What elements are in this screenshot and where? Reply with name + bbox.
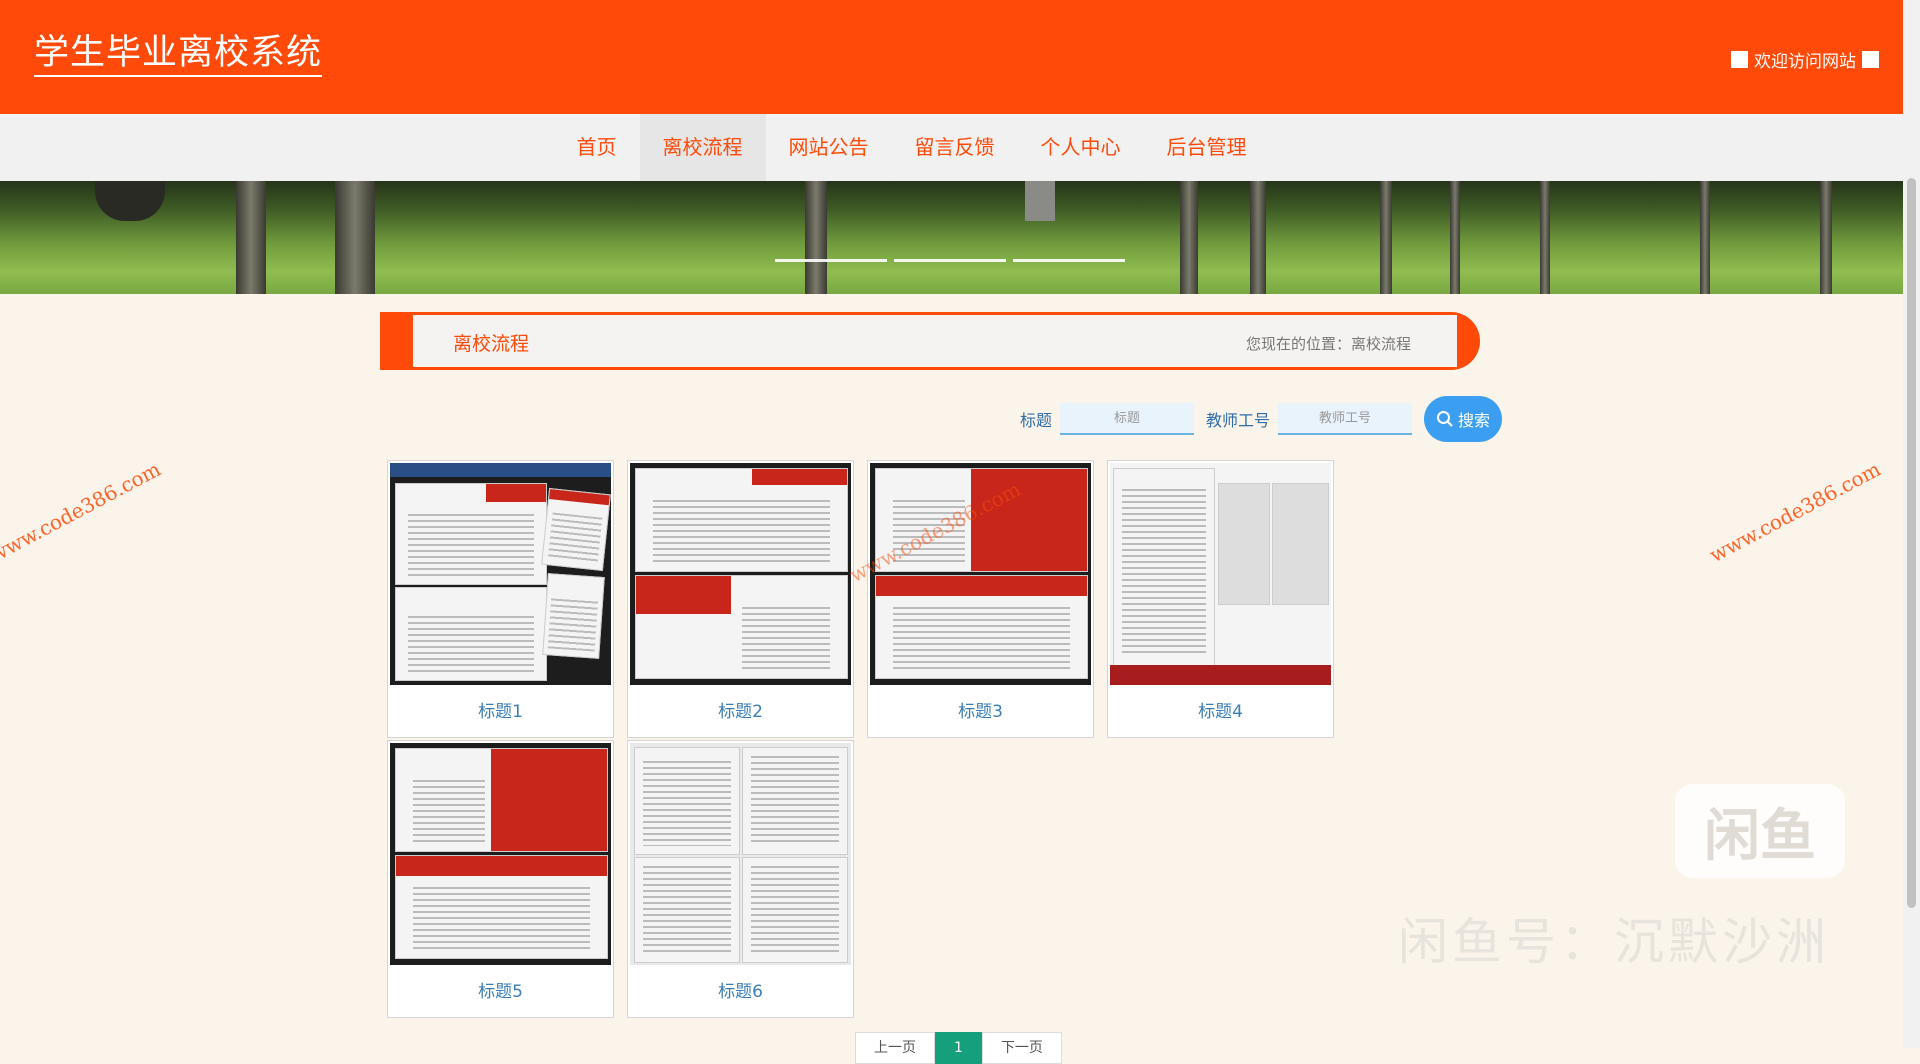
watermark-text: www.code386.com: [0, 456, 165, 568]
card-title[interactable]: 标题1: [388, 697, 613, 722]
nav-item-feedback[interactable]: 留言反馈: [892, 114, 1018, 181]
title-input[interactable]: [1060, 403, 1195, 435]
banner-tree: [1180, 181, 1198, 294]
card-title[interactable]: 标题3: [868, 697, 1093, 722]
banner-tree: [335, 181, 375, 294]
banner-bamboo: [1540, 181, 1550, 294]
card-thumbnail: [390, 743, 611, 965]
site-header: 学生毕业离校系统 欢迎访问网站: [0, 0, 1903, 114]
main-nav: 首页 离校流程 网站公告 留言反馈 个人中心 后台管理: [0, 114, 1903, 181]
banner-tree: [1250, 181, 1266, 294]
welcome-text: 欢迎访问网站: [1754, 52, 1856, 72]
banner-tree: [805, 181, 827, 294]
card-thumbnail: [390, 463, 611, 685]
process-card[interactable]: 标题5: [387, 740, 614, 1018]
nav-item-announcements[interactable]: 网站公告: [766, 114, 892, 181]
section-header-box: 离校流程 您现在的位置：离校流程: [413, 315, 1457, 367]
nav-item-leave-process[interactable]: 离校流程: [639, 114, 766, 181]
search-icon: [1437, 411, 1453, 427]
card-thumbnail: [1110, 463, 1331, 685]
section-header: 离校流程 您现在的位置：离校流程: [380, 312, 1520, 370]
search-bar: 标题 教师工号 搜索: [1020, 396, 1503, 442]
watermark-text: www.code386.com: [1705, 456, 1885, 568]
card-title[interactable]: 标题2: [628, 697, 853, 722]
page-button-current[interactable]: 1: [935, 1032, 982, 1064]
nav-item-home[interactable]: 首页: [554, 114, 640, 181]
pagination: 上一页 1 下一页: [855, 1032, 1062, 1064]
welcome-area: 欢迎访问网站: [1731, 47, 1879, 72]
carousel-indicators: [775, 259, 1125, 262]
process-card[interactable]: 标题2: [627, 460, 854, 738]
banner-bamboo: [1380, 181, 1392, 294]
xianyu-logo: 闲鱼: [1675, 784, 1845, 878]
banner-bamboo: [1450, 181, 1460, 294]
breadcrumb: 您现在的位置：离校流程: [1245, 335, 1411, 353]
page-scrollbar[interactable]: [1903, 0, 1920, 1048]
carousel-dot[interactable]: [775, 259, 887, 262]
nav-item-personal-center[interactable]: 个人中心: [1018, 114, 1144, 181]
carousel-dot[interactable]: [894, 259, 1006, 262]
card-title[interactable]: 标题5: [388, 977, 613, 1002]
next-page-button[interactable]: 下一页: [981, 1032, 1062, 1064]
banner-bamboo: [1700, 181, 1710, 294]
process-card[interactable]: 标题1: [387, 460, 614, 738]
scrollbar-thumb[interactable]: [1907, 178, 1916, 908]
xianyu-logo-text: 闲鱼: [1704, 803, 1816, 869]
card-title[interactable]: 标题4: [1108, 697, 1333, 722]
teacher-id-label: 教师工号: [1206, 411, 1271, 430]
carousel-dot[interactable]: [1013, 259, 1125, 262]
prev-page-button[interactable]: 上一页: [855, 1032, 935, 1064]
teacher-id-input[interactable]: [1278, 403, 1413, 435]
process-card[interactable]: 标题4: [1107, 460, 1334, 738]
banner-tree: [95, 181, 165, 221]
card-title[interactable]: 标题6: [628, 977, 853, 1002]
banner-carousel: [0, 181, 1903, 294]
square-icon: [1862, 51, 1879, 68]
banner-tree: [236, 181, 266, 294]
banner-post: [1025, 181, 1055, 221]
search-button-label: 搜索: [1458, 411, 1491, 430]
card-thumbnail: [630, 463, 851, 685]
site-title[interactable]: 学生毕业离校系统: [34, 34, 323, 77]
card-thumbnail: [630, 743, 851, 965]
search-button[interactable]: 搜索: [1424, 396, 1503, 442]
section-title: 离校流程: [453, 333, 530, 355]
nav-item-admin[interactable]: 后台管理: [1144, 114, 1270, 181]
banner-bamboo: [1820, 181, 1832, 294]
square-icon: [1731, 51, 1748, 68]
process-card[interactable]: 标题6: [627, 740, 854, 1018]
title-label: 标题: [1020, 411, 1053, 430]
xianyu-id-watermark: 闲鱼号：沉默沙洲: [1398, 913, 1830, 971]
